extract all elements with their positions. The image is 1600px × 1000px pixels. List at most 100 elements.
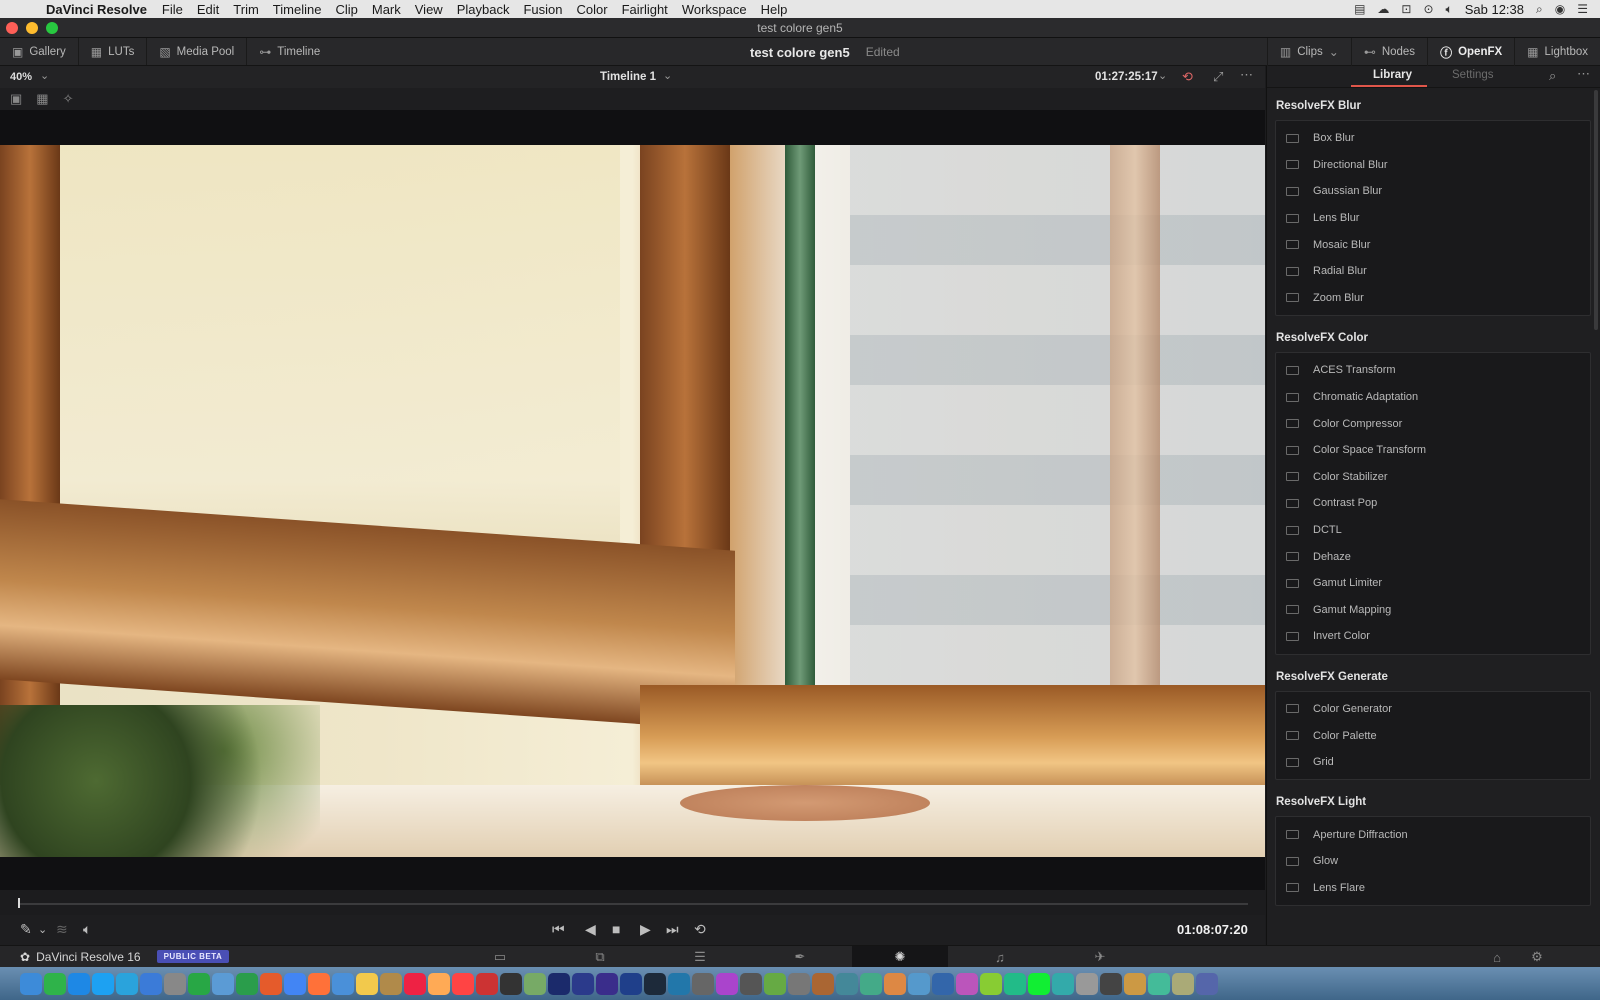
magic-wand-icon[interactable]: ✧ bbox=[63, 91, 74, 107]
picker-chevron-down-icon[interactable]: ⌄ bbox=[38, 923, 47, 936]
fx-list-item[interactable]: Gamut Mapping bbox=[1276, 597, 1590, 624]
fx-list-item[interactable]: Grid bbox=[1276, 749, 1590, 776]
menu-view[interactable]: View bbox=[415, 2, 443, 17]
search-icon[interactable]: ⌕ bbox=[1549, 68, 1556, 84]
dock-app-icon[interactable] bbox=[1028, 972, 1050, 995]
layers-icon[interactable]: ≋ bbox=[56, 921, 68, 938]
fx-list-item[interactable]: DCTL bbox=[1276, 517, 1590, 544]
dock-app-icon[interactable] bbox=[140, 972, 162, 995]
menu-clip[interactable]: Clip bbox=[335, 2, 357, 17]
timecode-chevron-down-icon[interactable]: ⌄ bbox=[1158, 69, 1167, 82]
dock-app-icon[interactable] bbox=[1172, 972, 1194, 995]
dock-app-icon[interactable] bbox=[1124, 972, 1146, 995]
fx-list-item[interactable]: Aperture Diffraction bbox=[1276, 821, 1590, 848]
fx-list-item[interactable]: Zoom Blur bbox=[1276, 285, 1590, 312]
fx-list-item[interactable]: Directional Blur bbox=[1276, 152, 1590, 179]
color-page-icon[interactable]: ✺ bbox=[852, 946, 948, 968]
deliver-page-icon[interactable]: ✈ bbox=[1052, 946, 1148, 968]
video-frame[interactable] bbox=[0, 145, 1265, 857]
fx-list-item[interactable]: Glow bbox=[1276, 848, 1590, 875]
minimize-window-icon[interactable] bbox=[26, 22, 38, 34]
menu-mark[interactable]: Mark bbox=[372, 2, 401, 17]
dock-app-icon[interactable] bbox=[404, 972, 426, 995]
tab-settings[interactable]: Settings bbox=[1452, 69, 1494, 81]
menu-playback[interactable]: Playback bbox=[457, 2, 510, 17]
timecode-display[interactable]: 01:27:25:17 bbox=[1095, 71, 1158, 83]
menu-help[interactable]: Help bbox=[761, 2, 788, 17]
dock-app-icon[interactable] bbox=[740, 972, 762, 995]
menu-timeline[interactable]: Timeline bbox=[273, 2, 322, 17]
loop-icon[interactable]: ⟲ bbox=[694, 921, 706, 938]
dock-app-icon[interactable] bbox=[812, 972, 834, 995]
fx-list-item[interactable]: Box Blur bbox=[1276, 125, 1590, 152]
zoom-chevron-down-icon[interactable]: ⌄ bbox=[40, 69, 49, 82]
fx-list-item[interactable]: Color Palette bbox=[1276, 722, 1590, 749]
dock-app-icon[interactable] bbox=[980, 972, 1002, 995]
menu-color[interactable]: Color bbox=[576, 2, 607, 17]
menu-trim[interactable]: Trim bbox=[233, 2, 259, 17]
fx-list-item[interactable]: Contrast Pop bbox=[1276, 490, 1590, 517]
dock-app-icon[interactable] bbox=[356, 972, 378, 995]
fx-section-title[interactable]: ResolveFX Light bbox=[1267, 796, 1600, 808]
fx-list-item[interactable]: Gaussian Blur bbox=[1276, 178, 1590, 205]
fx-list-item[interactable]: Mosaic Blur bbox=[1276, 231, 1590, 258]
siri-icon[interactable]: ◉ bbox=[1555, 2, 1565, 16]
dock-app-icon[interactable] bbox=[548, 972, 570, 995]
dock-app-icon[interactable] bbox=[500, 972, 522, 995]
menu-fusion[interactable]: Fusion bbox=[523, 2, 562, 17]
media-page-icon[interactable]: ▭ bbox=[452, 946, 548, 968]
dock-app-icon[interactable] bbox=[644, 972, 666, 995]
fx-section-title[interactable]: ResolveFX Blur bbox=[1267, 100, 1600, 112]
dock-app-icon[interactable] bbox=[692, 972, 714, 995]
dock-app-icon[interactable] bbox=[764, 972, 786, 995]
dock-app-icon[interactable] bbox=[1052, 972, 1074, 995]
dock-app-icon[interactable] bbox=[68, 972, 90, 995]
settings-gear-icon[interactable]: ⚙ bbox=[1522, 946, 1552, 968]
fx-list-item[interactable]: Color Stabilizer bbox=[1276, 464, 1590, 491]
dock-app-icon[interactable] bbox=[1004, 972, 1026, 995]
dock-app-icon[interactable] bbox=[956, 972, 978, 995]
dock-app-icon[interactable] bbox=[932, 972, 954, 995]
gallery-button[interactable]: ▣ Gallery bbox=[0, 38, 79, 65]
dock-app-icon[interactable] bbox=[1148, 972, 1170, 995]
dock-app-icon[interactable] bbox=[596, 972, 618, 995]
lightbox-button[interactable]: ▦ Lightbox bbox=[1514, 38, 1600, 66]
fx-list-item[interactable]: ACES Transform bbox=[1276, 357, 1590, 384]
zoom-level[interactable]: 40% bbox=[10, 71, 32, 83]
timeline-button[interactable]: ⊶ Timeline bbox=[247, 38, 332, 65]
close-window-icon[interactable] bbox=[6, 22, 18, 34]
zoom-window-icon[interactable] bbox=[46, 22, 58, 34]
dock-app-icon[interactable] bbox=[116, 972, 138, 995]
fairlight-page-icon[interactable]: ♫ bbox=[952, 946, 1048, 968]
dock-app-icon[interactable] bbox=[716, 972, 738, 995]
luts-button[interactable]: ▦ LUTs bbox=[79, 38, 148, 65]
dock-app-icon[interactable] bbox=[572, 972, 594, 995]
menu-file[interactable]: File bbox=[162, 2, 183, 17]
fx-list-item[interactable]: Chromatic Adaptation bbox=[1276, 384, 1590, 411]
tab-library[interactable]: Library bbox=[1373, 69, 1412, 81]
fusion-page-icon[interactable]: ✒ bbox=[752, 946, 848, 968]
cloud-icon[interactable]: ☁ bbox=[1377, 2, 1389, 16]
timeline-chevron-down-icon[interactable]: ⌄ bbox=[663, 69, 672, 82]
menu-clock[interactable]: Sab 12:38 bbox=[1465, 2, 1524, 17]
menu-fairlight[interactable]: Fairlight bbox=[622, 2, 668, 17]
volume-icon[interactable]: 🔈︎ bbox=[83, 921, 91, 938]
nodes-button[interactable]: ⊷ Nodes bbox=[1350, 38, 1427, 66]
spotlight-search-icon[interactable]: ⌕ bbox=[1536, 2, 1543, 17]
dock-app-icon[interactable] bbox=[884, 972, 906, 995]
fx-list-item[interactable]: Color Compressor bbox=[1276, 410, 1590, 437]
home-icon[interactable]: ⌂ bbox=[1482, 946, 1512, 968]
dock-app-icon[interactable] bbox=[1196, 972, 1218, 995]
dock-app-icon[interactable] bbox=[332, 972, 354, 995]
dock-app-icon[interactable] bbox=[284, 972, 306, 995]
dock-app-icon[interactable] bbox=[1100, 972, 1122, 995]
dock-app-icon[interactable] bbox=[20, 972, 42, 995]
viewer-area[interactable] bbox=[0, 110, 1265, 890]
fullscreen-icon[interactable]: ⤢ bbox=[1213, 69, 1223, 85]
dock-app-icon[interactable] bbox=[380, 972, 402, 995]
reverse-play-icon[interactable]: ◀︎ bbox=[585, 921, 596, 938]
dock-app-icon[interactable] bbox=[668, 972, 690, 995]
fx-list-item[interactable]: Gamut Limiter bbox=[1276, 570, 1590, 597]
accessibility-icon[interactable]: ⊙ bbox=[1423, 2, 1433, 16]
menu-app-name[interactable]: DaVinci Resolve bbox=[46, 2, 147, 17]
